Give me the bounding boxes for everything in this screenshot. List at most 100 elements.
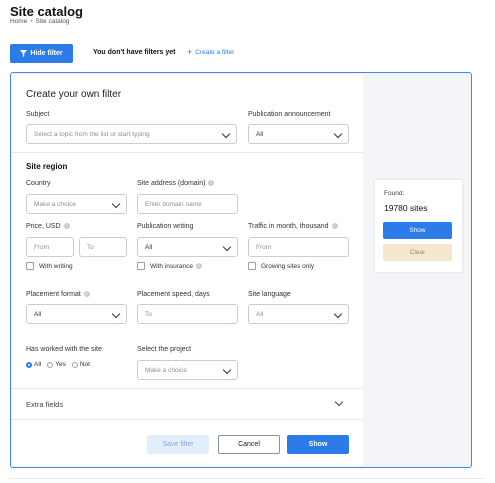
filter-icon — [20, 50, 28, 57]
checkbox-box[interactable] — [248, 262, 256, 270]
radio-not-label: Not — [79, 361, 90, 368]
with-writing-label: With writing — [39, 262, 73, 270]
site-language-value: All — [256, 310, 264, 318]
create-filter-link[interactable]: + Create a filter — [187, 47, 235, 57]
divider — [12, 152, 363, 153]
radio-all[interactable]: All — [26, 361, 41, 368]
subject-select[interactable]: Select a topic from the list or start ty… — [26, 124, 237, 144]
price-label-text: Price, USD — [26, 223, 61, 230]
radio-button[interactable] — [26, 361, 32, 368]
checkbox-box[interactable] — [137, 262, 145, 270]
create-filter-label: Create a filter — [195, 49, 235, 56]
info-icon[interactable]: i — [331, 223, 338, 230]
summary-show-button[interactable]: Show — [383, 222, 452, 239]
placement-speed-placeholder: To — [145, 310, 152, 318]
info-icon[interactable]: i — [196, 263, 202, 269]
breadcrumb-separator-icon: • — [30, 18, 33, 25]
chevron-down-icon — [334, 397, 344, 407]
subject-placeholder: Select a topic from the list or start ty… — [34, 130, 150, 138]
growing-sites-checkbox[interactable]: Growing sites only — [248, 262, 314, 270]
chevron-down-icon — [333, 129, 343, 139]
site-language-label: Site language — [248, 291, 291, 298]
publication-announcement-value: All — [256, 130, 264, 138]
with-insurance-checkbox[interactable]: With insurance i — [137, 262, 202, 270]
traffic-label: Traffic in month, thousand i — [248, 223, 338, 230]
price-to-placeholder: To — [87, 243, 94, 251]
publication-writing-select[interactable]: All — [137, 237, 238, 257]
plus-icon: + — [187, 47, 193, 57]
has-worked-radio-group: All Yes Not — [26, 361, 90, 368]
show-button[interactable]: Show — [287, 435, 349, 454]
chevron-down-icon — [221, 129, 231, 139]
breadcrumb-home[interactable]: Home — [10, 18, 27, 25]
checkbox-box[interactable] — [26, 262, 34, 270]
project-select[interactable]: Make a choice — [137, 360, 238, 380]
traffic-from-input[interactable]: From — [248, 237, 349, 257]
placement-format-label-text: Placement format — [26, 291, 81, 298]
info-icon[interactable]: i — [83, 291, 90, 298]
radio-yes-label: Yes — [55, 361, 66, 368]
page-title: Site catalog — [10, 4, 83, 19]
radio-button[interactable] — [47, 361, 54, 368]
divider — [12, 419, 363, 420]
placement-speed-input[interactable]: To — [137, 304, 238, 324]
no-filters-text: You don't have filters yet — [93, 49, 176, 56]
price-label: Price, USD i — [26, 223, 70, 230]
publication-announcement-select[interactable]: All — [248, 124, 349, 144]
price-to-input[interactable]: To — [79, 237, 127, 257]
site-region-title: Site region — [26, 162, 68, 171]
site-language-select[interactable]: All — [248, 304, 349, 324]
filter-form: Create your own filter Subject Select a … — [12, 74, 363, 466]
radio-all-label: All — [34, 361, 42, 368]
site-address-placeholder: Enter domain name — [145, 200, 202, 208]
save-filter-button[interactable]: Save filter — [147, 435, 209, 454]
with-writing-checkbox[interactable]: With writing — [26, 262, 73, 270]
chevron-down-icon — [333, 309, 343, 319]
project-label: Select the project — [137, 346, 192, 353]
found-count: 19780 sites — [384, 203, 427, 213]
chevron-down-icon — [111, 199, 121, 209]
country-label: Country — [26, 180, 51, 187]
breadcrumb: Home • Site catalog — [10, 18, 69, 25]
has-worked-label: Has worked with the site — [26, 346, 102, 353]
publication-writing-value: All — [145, 243, 153, 251]
price-from-placeholder: From — [34, 243, 50, 251]
traffic-from-placeholder: From — [256, 243, 272, 251]
growing-sites-label: Growing sites only — [261, 262, 315, 270]
site-address-label-text: Site address (domain) — [137, 180, 206, 187]
subject-label: Subject — [26, 111, 50, 118]
chevron-down-icon — [222, 242, 232, 252]
cancel-button[interactable]: Cancel — [218, 435, 280, 454]
with-insurance-label: With insurance — [150, 262, 193, 270]
radio-yes[interactable]: Yes — [47, 361, 66, 368]
placement-format-label: Placement format i — [26, 291, 90, 298]
project-placeholder: Make a choice — [145, 366, 187, 374]
placement-format-select[interactable]: All — [26, 304, 127, 324]
chevron-down-icon — [222, 365, 232, 375]
info-icon[interactable]: i — [63, 223, 70, 230]
found-label: Found: — [384, 190, 405, 197]
radio-not[interactable]: Not — [71, 361, 90, 368]
traffic-label-text: Traffic in month, thousand — [248, 223, 329, 230]
country-placeholder: Make a choice — [34, 200, 76, 208]
publication-writing-label: Publication writing — [137, 223, 194, 230]
radio-button[interactable] — [71, 361, 78, 368]
info-icon[interactable]: i — [208, 180, 215, 187]
placement-format-value: All — [34, 310, 42, 318]
price-from-input[interactable]: From — [26, 237, 74, 257]
hide-filter-label: Hide filter — [30, 50, 63, 57]
results-summary-card: Found: 19780 sites Show Clear — [375, 180, 462, 272]
publication-announcement-label: Publication announcement — [248, 111, 331, 118]
extra-fields-label: Extra fields — [26, 400, 64, 409]
site-address-label: Site address (domain) i — [137, 180, 215, 187]
summary-clear-button[interactable]: Clear — [383, 244, 452, 261]
placement-speed-label: Placement speed, days — [137, 291, 210, 298]
filter-title: Create your own filter — [26, 89, 122, 100]
found-count-text: 19780 sites — [384, 203, 428, 213]
site-address-input[interactable]: Enter domain name — [137, 194, 238, 214]
country-select[interactable]: Make a choice — [26, 194, 127, 214]
hide-filter-button[interactable]: Hide filter — [10, 44, 73, 63]
divider — [10, 478, 485, 479]
extra-fields-toggle[interactable]: Extra fields — [12, 389, 363, 419]
chevron-down-icon — [111, 309, 121, 319]
